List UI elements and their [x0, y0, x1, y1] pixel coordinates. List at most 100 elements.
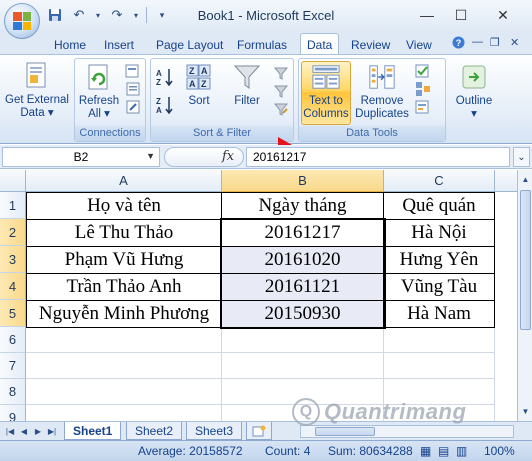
what-if-analysis-icon[interactable] — [415, 99, 431, 115]
normal-view-icon[interactable]: ▦ — [420, 444, 431, 458]
page-break-view-icon[interactable]: ▥ — [456, 444, 467, 458]
office-button[interactable] — [4, 3, 40, 39]
clear-filter-icon[interactable] — [273, 65, 289, 81]
help-icon[interactable]: ? — [452, 36, 465, 52]
sort-filter-group: AZ ZA ZAAZ Sort Filter Sort & Filter — [150, 58, 294, 142]
cell-b3[interactable]: 20161020 — [221, 246, 384, 274]
sheet-tab-sheet2[interactable]: Sheet2 — [126, 422, 183, 440]
advanced-filter-icon[interactable] — [273, 101, 289, 117]
cell-c5[interactable]: Hà Nam — [383, 300, 495, 328]
cell-c3[interactable]: Hưng Yên — [383, 246, 495, 274]
name-box[interactable]: B2 ▼ — [2, 147, 160, 167]
cell-a1[interactable]: Họ và tên — [26, 192, 222, 220]
sheet-tab-sheet1[interactable]: Sheet1 — [64, 422, 122, 440]
horizontal-scroll-thumb[interactable] — [315, 427, 375, 436]
expand-formula-bar-icon[interactable]: ⌄ — [513, 147, 530, 167]
cell-b1[interactable]: Ngày tháng — [221, 192, 384, 220]
row-header-1[interactable]: 1 — [0, 192, 26, 219]
first-sheet-icon[interactable]: |◀ — [4, 425, 16, 437]
sort-ascending-icon[interactable]: AZ — [155, 67, 175, 87]
cell-b5[interactable]: 20150930 — [221, 300, 384, 328]
consolidate-icon[interactable] — [415, 81, 431, 97]
row-header-8[interactable]: 8 — [0, 379, 26, 405]
select-all-corner[interactable] — [0, 170, 26, 192]
outline-button[interactable]: Outline ▾ — [451, 62, 497, 124]
cell-c2[interactable]: Hà Nội — [383, 219, 495, 247]
properties-icon[interactable] — [125, 81, 141, 97]
sheet-tab-sheet3[interactable]: Sheet3 — [186, 422, 243, 440]
ribbon-minimize-icon[interactable]: — — [472, 36, 483, 48]
row-header-9[interactable]: 9 — [0, 405, 26, 421]
refresh-line1: Refresh — [78, 95, 120, 107]
cell-a7[interactable] — [26, 353, 222, 379]
edit-links-icon[interactable] — [125, 99, 141, 115]
reapply-filter-icon[interactable] — [273, 83, 289, 99]
cell-b7[interactable] — [222, 353, 384, 379]
sort-button[interactable]: ZAAZ Sort — [179, 62, 219, 124]
cell-a9[interactable] — [26, 405, 222, 421]
cell-b2[interactable]: 20161217 — [221, 219, 384, 247]
cell-a3[interactable]: Phạm Vũ Hưng — [26, 246, 222, 274]
cell-a2[interactable]: Lê Thu Thảo — [26, 219, 222, 247]
connections-icon[interactable] — [125, 63, 141, 79]
cell-a6[interactable] — [26, 327, 222, 353]
close-button[interactable]: ✕ — [488, 4, 518, 26]
vertical-scrollbar[interactable]: ▲ ▼ — [517, 170, 532, 421]
row-header-5[interactable]: 5 — [0, 300, 26, 327]
column-header-c[interactable]: C — [384, 170, 495, 192]
tab-insert[interactable]: Insert — [98, 35, 140, 54]
get-external-data-button[interactable]: Get External Data ▾ — [3, 61, 71, 123]
filter-button[interactable]: Filter — [225, 62, 269, 124]
data-validation-icon[interactable] — [415, 63, 431, 79]
page-layout-view-icon[interactable]: ▤ — [438, 444, 449, 458]
row-header-7[interactable]: 7 — [0, 353, 26, 379]
insert-function-icon[interactable]: fx — [222, 149, 234, 164]
tab-view[interactable]: View — [400, 35, 438, 54]
column-header-d[interactable] — [495, 170, 517, 192]
scroll-down-icon[interactable]: ▼ — [519, 404, 532, 418]
insert-sheet-icon[interactable] — [246, 422, 272, 440]
next-sheet-icon[interactable]: ▶ — [32, 425, 44, 437]
column-header-b[interactable]: B — [222, 170, 384, 192]
cell-c4[interactable]: Vũng Tàu — [383, 273, 495, 301]
vertical-scroll-thumb[interactable] — [520, 190, 531, 330]
cell-b4[interactable]: 20161121 — [221, 273, 384, 301]
maximize-button[interactable]: ☐ — [446, 4, 476, 26]
prev-sheet-icon[interactable]: ◀ — [18, 425, 30, 437]
horizontal-scrollbar[interactable] — [300, 425, 514, 438]
ribbon-restore-icon[interactable]: ❐ — [490, 36, 500, 49]
column-header-a[interactable]: A — [26, 170, 222, 192]
name-box-dropdown-icon[interactable]: ▼ — [146, 151, 155, 161]
tab-review[interactable]: Review — [345, 35, 396, 54]
cell-a8[interactable] — [26, 379, 222, 405]
cell-a4[interactable]: Trần Thảo Anh — [26, 273, 222, 301]
svg-text:?: ? — [456, 38, 462, 48]
cell-a5[interactable]: Nguyễn Minh Phương — [26, 300, 222, 328]
cell-c1[interactable]: Quê quán — [383, 192, 495, 220]
filter-funnel-icon — [233, 62, 261, 92]
row-header-3[interactable]: 3 — [0, 246, 26, 273]
cell-c6[interactable] — [384, 327, 495, 353]
svg-text:A: A — [156, 106, 162, 115]
scroll-up-icon[interactable]: ▲ — [519, 172, 532, 186]
ribbon: Get External Data ▾ Refresh All ▾ Connec… — [0, 54, 532, 163]
formula-input[interactable]: 20161217 — [246, 147, 510, 167]
ribbon-close-icon[interactable]: ✕ — [510, 36, 519, 49]
text-to-columns-line1: Text to — [309, 95, 343, 107]
tab-data[interactable]: Data — [300, 33, 340, 55]
tab-page-layout[interactable]: Page Layout — [150, 35, 229, 54]
cell-b6[interactable] — [222, 327, 384, 353]
tab-formulas[interactable]: Formulas — [231, 35, 293, 54]
sort-descending-icon[interactable]: ZA — [155, 95, 175, 115]
row-header-2[interactable]: 2 — [0, 219, 26, 246]
row-header-6[interactable]: 6 — [0, 327, 26, 353]
text-to-columns-button[interactable]: Text to Columns — [301, 61, 351, 125]
minimize-button[interactable]: — — [412, 4, 442, 26]
last-sheet-icon[interactable]: ▶| — [46, 425, 58, 437]
cell-c7[interactable] — [384, 353, 495, 379]
row-header-4[interactable]: 4 — [0, 273, 26, 300]
tab-home[interactable]: Home — [48, 35, 92, 54]
remove-duplicates-button[interactable]: Remove Duplicates — [353, 62, 411, 124]
refresh-all-button[interactable]: Refresh All ▾ — [77, 62, 121, 124]
zoom-level[interactable]: 100% — [484, 444, 515, 458]
